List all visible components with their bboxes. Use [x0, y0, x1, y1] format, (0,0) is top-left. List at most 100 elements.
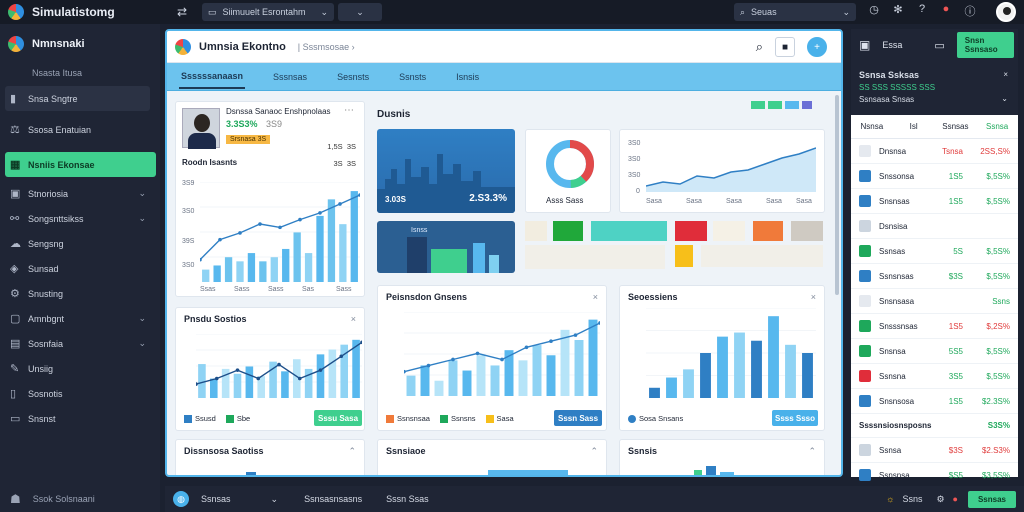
sidebar-item-3[interactable]: ▣ Stnoriosia ⌄ — [0, 181, 160, 206]
search-icon[interactable]: ⌕ — [756, 39, 763, 55]
sidebar-item-9[interactable]: ▤ Sosnfaia ⌄ — [0, 331, 160, 356]
secondary-dropdown[interactable]: ⌄ — [338, 3, 382, 21]
city-card-left-value: 3.03S — [385, 195, 406, 204]
list-item[interactable]: Dnsnsa Tsnsa 2SS,S% — [851, 139, 1018, 164]
line-point — [524, 345, 529, 350]
window-scrollbar[interactable] — [835, 95, 839, 295]
list-item[interactable]: Snsnsas 1S5 $,5S% — [851, 189, 1018, 214]
sidebar-footer[interactable]: Ssok Solsnaani — [33, 494, 95, 504]
bar — [476, 355, 486, 396]
tab-2[interactable]: Sesnsts — [335, 66, 371, 88]
sun-icon[interactable]: ☼ — [886, 494, 894, 504]
settings-icon[interactable]: ⚙ — [936, 494, 944, 505]
list-item[interactable]: Ssnsa $3S $2.S3% — [851, 438, 1018, 463]
window-title: Umnsia Ekontno — [199, 40, 286, 53]
stat-value: 3S — [346, 142, 356, 151]
list-item[interactable]: Snssonsa 1S5 $,5S% — [851, 164, 1018, 189]
sidebar-item-1[interactable]: ⚖ Ssosa Enatuian — [0, 117, 160, 142]
close-icon[interactable]: × — [811, 292, 816, 302]
globe-icon[interactable]: ◍ — [173, 491, 189, 507]
column-header[interactable]: Isl — [893, 122, 935, 131]
panel-c-chart — [646, 308, 816, 398]
sidebar-item-0[interactable]: ▮ Snsa Sngtre — [5, 86, 150, 111]
item-icon — [859, 220, 871, 232]
list-item[interactable]: Snsssnsas 1S5 $,2S% — [851, 314, 1018, 339]
bar — [649, 387, 660, 398]
notification-icon[interactable]: ● — [953, 494, 958, 504]
right-panel-tab[interactable]: Essa — [882, 40, 902, 50]
lower-panel-c: Ssnsis ⌃ — [619, 439, 825, 475]
tab-0[interactable]: Ssssssanaasn — [179, 65, 246, 89]
column-header[interactable]: Ssnsas — [935, 122, 977, 131]
tag-icon: ◈ — [10, 263, 19, 275]
panel-b-button[interactable]: Sssn Sass — [554, 410, 602, 426]
list-item[interactable]: Ssnsnsa $S5 $3,5S% — [851, 463, 1018, 488]
x-tick: Sass — [234, 286, 250, 293]
chevron-up-icon[interactable]: ⌃ — [590, 446, 598, 457]
item-a: 1S5 — [948, 396, 963, 406]
bar — [532, 345, 542, 396]
list-item[interactable]: Ssnsnsas $3S $,5S% — [851, 264, 1018, 289]
chevron-up-icon[interactable]: ⌃ — [808, 446, 816, 457]
section-title: Ssssnsiosnsposns — [859, 421, 932, 430]
bottom-button[interactable]: Ssnsas — [967, 490, 1016, 508]
sidebar-item-10[interactable]: ✎ Unsiig — [0, 356, 160, 381]
item-b: 2SS,S% — [980, 146, 1010, 156]
bottom-item-1[interactable]: Ssnsasnsasns — [304, 494, 362, 504]
tab-1[interactable]: Sssnsas — [271, 66, 309, 88]
user-avatar[interactable] — [996, 2, 1016, 22]
add-button[interactable]: + — [807, 37, 827, 57]
right-panel-icon: ▣ — [859, 38, 871, 52]
bottom-select[interactable]: Ssnsas — [201, 494, 231, 504]
stop-button[interactable]: ■ — [775, 37, 795, 57]
x-tick: Sas — [302, 286, 315, 293]
column-header[interactable]: Nsnsa — [851, 122, 893, 131]
sidebar-item-12[interactable]: ▭ Snsnst — [0, 406, 160, 431]
bar — [202, 269, 210, 282]
clock-icon[interactable]: ◷ — [866, 3, 882, 19]
bottom-item-2[interactable]: Sssn Ssas — [386, 494, 429, 504]
sidebar-item-4[interactable]: ⚯ Songsnttsikss ⌄ — [0, 206, 160, 231]
item-name: Snsssnsas — [879, 321, 918, 331]
chart-icon: ▮ — [10, 93, 17, 105]
sidebar-item-7[interactable]: ⚙ Snusting — [0, 281, 160, 306]
list-item[interactable]: Snsnsasa Ssns — [851, 289, 1018, 314]
city-card[interactable]: 3.03S 2.S3.3% — [377, 129, 515, 213]
sidebar-item-5[interactable]: ☁ Sengsng — [0, 231, 160, 256]
sidebar-item-8[interactable]: ▢ Amnbgnt ⌄ — [0, 306, 160, 331]
sidebar-item-2[interactable]: ▦ Nsniis Ekonsae — [5, 152, 156, 177]
right-panel-button[interactable]: Snsn Ssnsaso — [956, 32, 1014, 58]
chat-icon[interactable]: ▭ — [934, 39, 944, 52]
y-tick: 0 — [636, 188, 640, 195]
sidebar: Nmnsnaki Nsasta Itusa ▮ Snsa Sngtre ⚖ Ssos… — [0, 24, 160, 512]
chevron-up-icon[interactable]: ⌃ — [348, 446, 356, 457]
close-icon[interactable]: × — [593, 292, 598, 302]
search-input[interactable]: ⌕ Seuas ⌄ — [734, 3, 856, 21]
list-item[interactable]: Snsnsosa 1S5 $2.3S% — [851, 389, 1018, 414]
workspace-select[interactable]: ▭ Siimuuelt Esrontahm ⌄ — [202, 3, 334, 21]
close-icon[interactable]: × — [1003, 69, 1008, 81]
chevron-down-icon[interactable]: ⌄ — [271, 494, 279, 505]
more-icon[interactable]: ⋯ — [344, 105, 354, 116]
list-item[interactable]: Dsnsisa — [851, 214, 1018, 239]
column-header[interactable]: Ssnsa — [976, 122, 1018, 131]
sidebar-toggle-icon[interactable]: ⇄ — [172, 5, 192, 19]
info-icon[interactable]: ⓘ — [962, 3, 978, 19]
chevron-down-icon[interactable]: ⌄ — [1001, 93, 1008, 105]
y-tick: 3S9 — [182, 180, 195, 187]
help-icon[interactable]: ? — [914, 3, 930, 19]
list-item[interactable]: Ssnsna 3S5 $,5S% — [851, 364, 1018, 389]
notification-icon[interactable]: ● — [938, 3, 954, 19]
gear-icon[interactable]: ✻ — [890, 3, 906, 19]
sidebar-item-6[interactable]: ◈ Sunsad — [0, 256, 160, 281]
list-item[interactable]: Snsnsa 5S5 $,5S% — [851, 339, 1018, 364]
close-icon[interactable]: × — [351, 314, 356, 324]
dark-bar-card[interactable]: Isnss — [377, 221, 515, 273]
item-a: $3S — [948, 271, 963, 281]
sidebar-item-11[interactable]: ▯ Sosnotis — [0, 381, 160, 406]
tab-4[interactable]: Isnsis — [454, 66, 481, 88]
panel-c-button[interactable]: Ssss Ssso — [772, 410, 818, 426]
tab-3[interactable]: Ssnsts — [397, 66, 428, 88]
panel-a-button[interactable]: Sssu Sasa — [314, 410, 362, 426]
list-item[interactable]: Ssnsas 5S $,5S% — [851, 239, 1018, 264]
